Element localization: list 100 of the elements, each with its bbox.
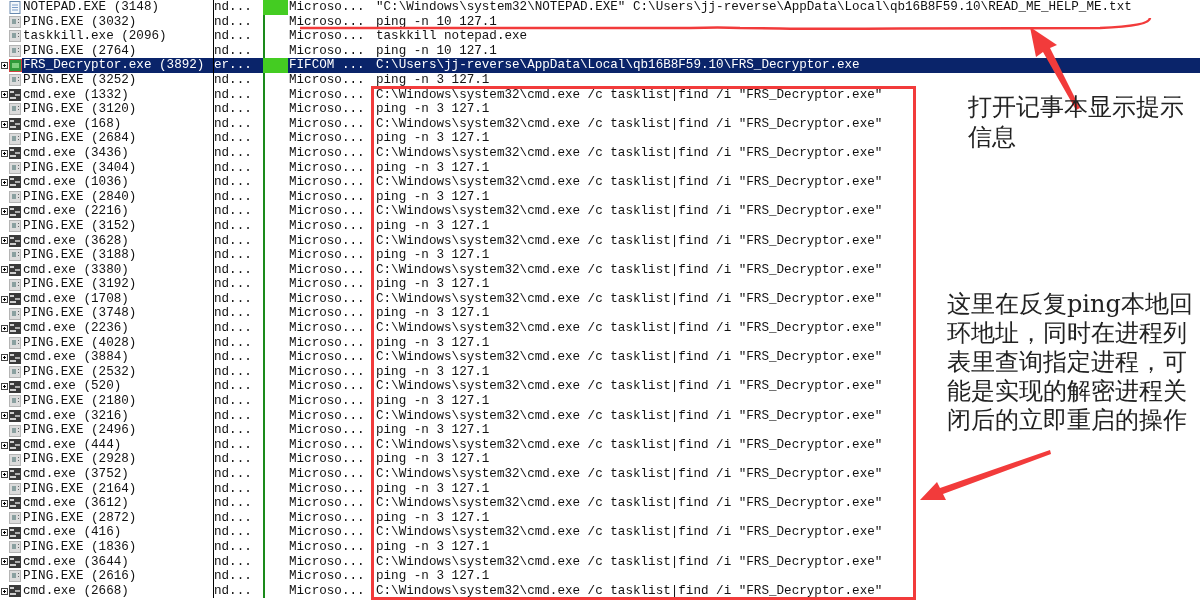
command-line: ping -n 3 127.1: [376, 423, 490, 438]
annotation-text: 打开记事本显示提示信息: [968, 92, 1185, 152]
table-row[interactable]: cmd.exe (2236) nd... Microso... C:\Windows\system32\cmd.exe /c tasklist|find /i "FRS_Decryptor.exe": [22, 321, 883, 336]
table-row[interactable]: PING.EXE (3120) nd... Microso... ping -n 3 127.1: [22, 102, 490, 117]
company-cell-text: Microso...: [289, 554, 366, 570]
table-row[interactable]: cmd.exe (3628) nd... Microso... C:\Windows\system32\cmd.exe /c tasklist|find /i "FRS_Decryptor.exe": [22, 233, 883, 249]
table-row[interactable]: cmd.exe (2216) nd... Microso... C:\Windows\system32\cmd.exe /c tasklist|find /i "FRS_Decryptor.exe": [22, 204, 883, 219]
company-cell-text: Microso...: [289, 350, 366, 365]
table-row[interactable]: cmd.exe (520) nd... Microso... C:\Windows\system32\cmd.exe /c tasklist|find /i "FRS_Decryptor.exe": [22, 379, 883, 395]
table-row[interactable]: PING.EXE (3152) nd... Microso... ping -n 3 127.1: [22, 218, 490, 234]
table-row[interactable]: PING.EXE (2616) nd... Microso... ping -n 3 127.1: [22, 569, 490, 584]
expand-toggle[interactable]: [0, 529, 8, 537]
table-row[interactable]: cmd.exe (1332) nd... Microso... C:\Windows\system32\cmd.exe /c tasklist|find /i "FRS_Decryptor.exe": [22, 87, 883, 103]
table-row[interactable]: cmd.exe (1036) nd... Microso... C:\Windows\system32\cmd.exe /c tasklist|find /i "FRS_Decryptor.exe": [22, 175, 883, 190]
process-name: PING.EXE (1836): [22, 539, 138, 555]
table-row[interactable]: NOTEPAD.EXE (3148) nd... Microso... "C:\Windows\system32\NOTEPAD.EXE" C:\Users\jj-reverse\AppData\Local\qb16B8F59.10\READ_ME_HELP_ME.txt: [22, 0, 1132, 15]
window-icon: [9, 74, 21, 87]
command-line: C:\Windows\system32\cmd.exe /c tasklist|find /i "FRS_Decryptor.exe": [376, 408, 883, 424]
expand-toggle[interactable]: [0, 441, 8, 449]
expand-toggle[interactable]: [0, 558, 8, 566]
console-icon: [9, 147, 21, 160]
window-icon: [9, 366, 21, 379]
table-row[interactable]: PING.EXE (2180) nd... Microso... ping -n 3 127.1: [22, 394, 490, 409]
table-row[interactable]: PING.EXE (2840) nd... Microso... ping -n 3 127.1: [22, 189, 490, 205]
table-cell: nd...: [214, 218, 252, 233]
expand-toggle[interactable]: [0, 120, 8, 128]
table-row[interactable]: PING.EXE (3188) nd... Microso... ping -n 3 127.1: [22, 248, 490, 263]
table-cell: er...: [214, 58, 252, 73]
command-line: taskkill notepad.exe: [376, 29, 528, 44]
process-name: PING.EXE (2764): [22, 43, 138, 59]
table-cell: nd...: [214, 569, 252, 584]
company-cell-text: Microso...: [289, 408, 366, 424]
expand-toggle[interactable]: [0, 412, 8, 420]
process-name: PING.EXE (2684): [22, 131, 138, 146]
table-row[interactable]: PING.EXE (2532) nd... Microso... ping -n 3 127.1: [22, 364, 490, 380]
table-row[interactable]: cmd.exe (1708) nd... Microso... C:\Windows\system32\cmd.exe /c tasklist|find /i "FRS_Decryptor.exe": [22, 291, 883, 307]
expand-toggle[interactable]: [0, 500, 8, 507]
expand-toggle[interactable]: [0, 354, 8, 362]
table-row[interactable]: cmd.exe (3436) nd... Microso... C:\Windows\system32\cmd.exe /c tasklist|find /i "FRS_Decryptor.exe": [22, 145, 883, 161]
process-name: cmd.exe (2216): [22, 204, 130, 219]
expand-toggle[interactable]: [0, 295, 8, 303]
company-cell-text: Microso...: [289, 525, 366, 540]
expand-toggle[interactable]: [0, 91, 8, 99]
command-line: C:\Windows\system32\cmd.exe /c tasklist|find /i "FRS_Decryptor.exe": [376, 291, 883, 307]
expand-toggle[interactable]: [0, 587, 8, 595]
table-row[interactable]: PING.EXE (3252) nd... Microso... ping -n 3 127.1: [22, 72, 490, 88]
table-row[interactable]: cmd.exe (3216) nd... Microso... C:\Windows\system32\cmd.exe /c tasklist|find /i "FRS_Decryptor.exe": [22, 408, 883, 424]
command-line: C:\Windows\system32\cmd.exe /c tasklist|find /i "FRS_Decryptor.exe": [376, 204, 883, 219]
table-row[interactable]: PING.EXE (2164) nd... Microso... ping -n 3 127.1: [22, 481, 490, 497]
table-row[interactable]: PING.EXE (2872) nd... Microso... ping -n 3 127.1: [22, 510, 490, 526]
table-row[interactable]: cmd.exe (168) nd... Microso... C:\Windows\system32\cmd.exe /c tasklist|find /i "FRS_Decryptor.exe": [22, 116, 883, 132]
expand-toggle[interactable]: [0, 208, 8, 216]
console-icon: [9, 497, 21, 510]
table-row[interactable]: cmd.exe (3752) nd... Microso... C:\Windows\system32\cmd.exe /c tasklist|find /i "FRS_Decryptor.exe": [22, 467, 883, 482]
expand-toggle[interactable]: [0, 178, 8, 186]
process-name: cmd.exe (3628): [22, 233, 130, 249]
company-cell-text: FIFCOM ...: [289, 58, 366, 73]
expand-toggle[interactable]: [0, 383, 8, 391]
company-cell-text: Microso...: [289, 218, 366, 234]
table-row[interactable]: PING.EXE (3748) nd... Microso... ping -n 3 127.1: [22, 306, 490, 322]
process-name: cmd.exe (1708): [22, 291, 130, 307]
expand-toggle[interactable]: [0, 266, 8, 274]
process-name: PING.EXE (4028): [22, 335, 138, 351]
window-icon: [9, 395, 21, 408]
command-line: "C:\Windows\system32\NOTEPAD.EXE" C:\Users\jj-reverse\AppData\Local\qb16B8F59.10\READ_ME_HELP_ME.txt: [376, 0, 1132, 15]
table-row[interactable]: taskkill.exe (2096) nd... Microso... taskkill notepad.exe: [22, 29, 528, 44]
process-name: cmd.exe (2236): [22, 321, 130, 336]
command-line: ping -n 3 127.1: [376, 452, 490, 467]
table-row[interactable]: cmd.exe (2668) nd... Microso... C:\Windows\system32\cmd.exe /c tasklist|find /i "FRS_Decryptor.exe": [22, 583, 883, 599]
console-icon: [9, 380, 21, 393]
table-row[interactable]: PING.EXE (3192) nd... Microso... ping -n 3 127.1: [22, 277, 490, 292]
table-row[interactable]: cmd.exe (444) nd... Microso... C:\Windows\system32\cmd.exe /c tasklist|find /i "FRS_Decryptor.exe": [22, 437, 883, 453]
command-line: C:\Windows\system32\cmd.exe /c tasklist|find /i "FRS_Decryptor.exe": [376, 379, 883, 395]
table-row[interactable]: PING.EXE (4028) nd... Microso... ping -n 3 127.1: [22, 335, 490, 351]
table-row[interactable]: cmd.exe (3612) nd... Microso... C:\Windows\system32\cmd.exe /c tasklist|find /i "FRS_Decryptor.exe": [22, 496, 883, 511]
process-name: PING.EXE (2164): [22, 481, 138, 497]
table-row[interactable]: cmd.exe (3644) nd... Microso... C:\Windows\system32\cmd.exe /c tasklist|find /i "FRS_Decryptor.exe": [22, 554, 883, 570]
table-row[interactable]: PING.EXE (2928) nd... Microso... ping -n 3 127.1: [22, 452, 490, 467]
table-cell: nd...: [214, 452, 252, 467]
console-icon: [9, 555, 21, 568]
table-row[interactable]: cmd.exe (3884) nd... Microso... C:\Windows\system32\cmd.exe /c tasklist|find /i "FRS_Decryptor.exe": [22, 350, 883, 365]
company-cell-text: Microso...: [289, 394, 366, 409]
expand-toggle[interactable]: [0, 237, 8, 245]
table-row[interactable]: PING.EXE (1836) nd... Microso... ping -n 3 127.1: [22, 539, 490, 555]
expand-toggle[interactable]: [0, 324, 8, 332]
company-cell-text: Microso...: [289, 379, 366, 395]
expand-toggle[interactable]: [0, 149, 8, 157]
expand-toggle[interactable]: [0, 470, 8, 478]
table-row[interactable]: cmd.exe (3380) nd... Microso... C:\Windows\system32\cmd.exe /c tasklist|find /i "FRS_Decryptor.exe": [22, 262, 883, 278]
command-line: C:\Windows\system32\cmd.exe /c tasklist|find /i "FRS_Decryptor.exe": [376, 116, 883, 132]
table-row[interactable]: PING.EXE (2684) nd... Microso... ping -n 3 127.1: [22, 131, 490, 146]
table-row[interactable]: FRS_Decryptor.exe (3892) er... FIFCOM ... C:\Users\jj-reverse\AppData\Local\qb16B8F59.10\FRS_Decryptor.exe: [22, 58, 1200, 73]
expand-toggle[interactable]: [0, 62, 8, 70]
table-cell: nd...: [214, 350, 252, 365]
table-row[interactable]: cmd.exe (416) nd... Microso... C:\Windows\system32\cmd.exe /c tasklist|find /i "FRS_Decryptor.exe": [22, 525, 883, 540]
window-icon: [9, 220, 21, 233]
table-cell: nd...: [214, 408, 252, 423]
table-row[interactable]: PING.EXE (2496) nd... Microso... ping -n 3 127.1: [22, 423, 490, 438]
table-row[interactable]: PING.EXE (3404) nd... Microso... ping -n 3 127.1: [22, 160, 490, 176]
window-icon: [9, 191, 21, 203]
